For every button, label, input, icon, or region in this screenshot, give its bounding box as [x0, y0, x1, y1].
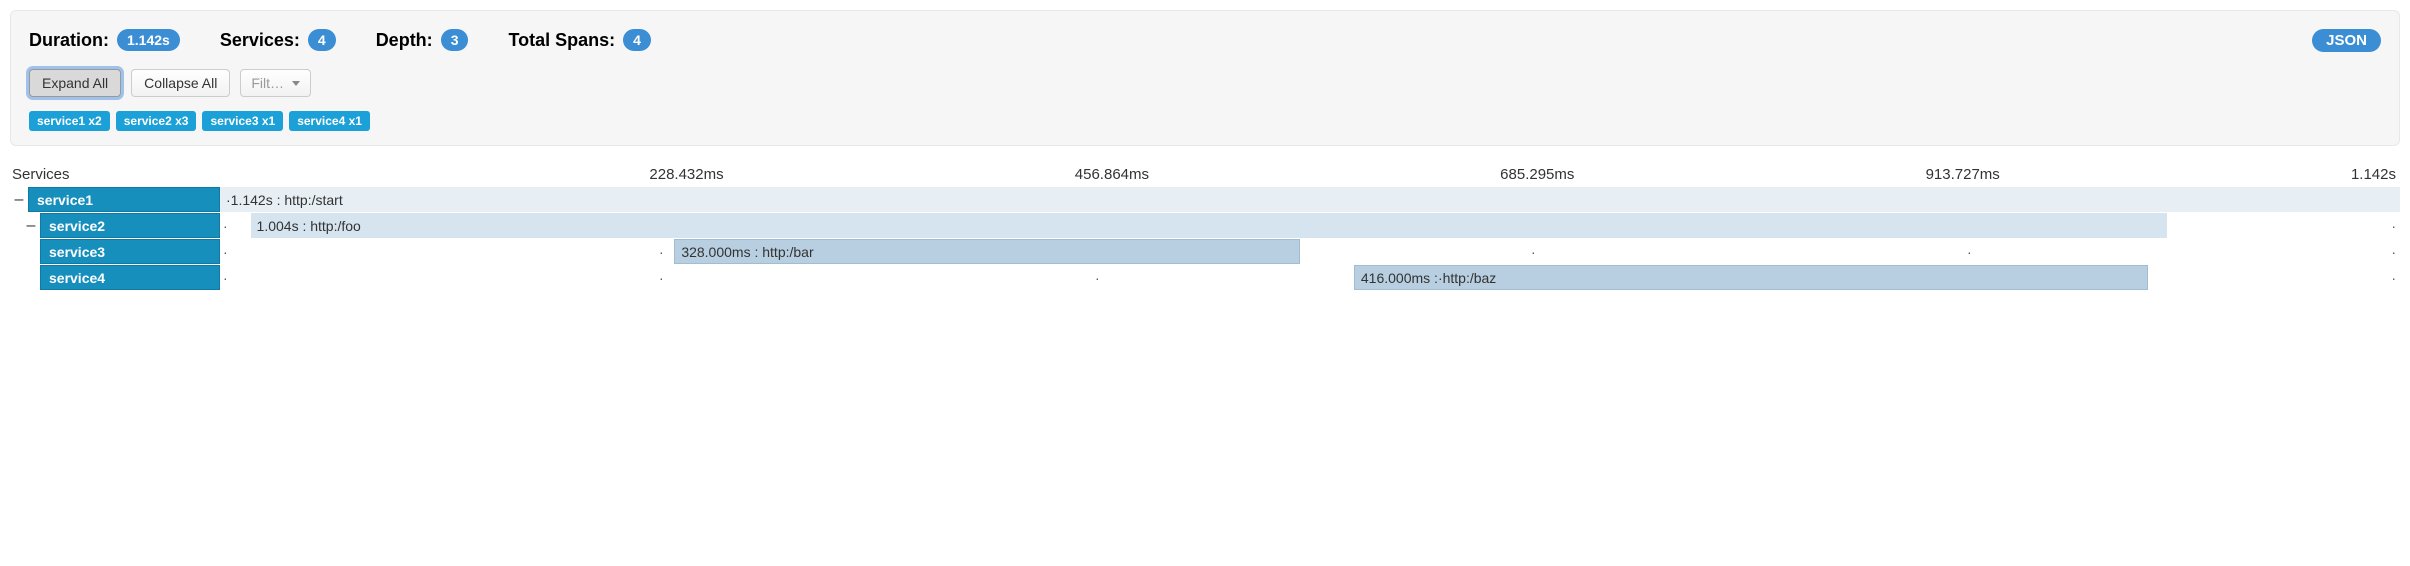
json-button[interactable]: JSON: [2312, 29, 2381, 52]
summary-services: Services: 4: [220, 29, 336, 51]
service-tag[interactable]: service4 x1: [289, 111, 370, 131]
trace-header-row: Services 228.432ms456.864ms685.295ms913.…: [10, 166, 2400, 183]
span-bar[interactable]: 416.000ms :·http:/baz: [1354, 265, 2148, 290]
span-timeline-cell: · 1.004s : http:/foo: [220, 213, 2400, 238]
tick-label: 1.142s: [2347, 166, 2400, 183]
collapse-toggle-spacer: [22, 265, 40, 290]
span-bar-label: 1.004s : http:/foo: [257, 218, 361, 234]
span-row: –service1··1.142s : http:/start: [10, 187, 2400, 212]
collapse-all-button[interactable]: Collapse All: [131, 69, 230, 97]
span-bar-label: 416.000ms :·http:/baz: [1361, 270, 1496, 286]
summary-total-spans: Total Spans: 4: [508, 29, 650, 51]
grid-dot: ·: [2391, 270, 2396, 286]
collapse-toggle-icon[interactable]: –: [10, 187, 28, 212]
duration-label: Duration:: [29, 30, 109, 51]
services-badge: 4: [308, 29, 336, 51]
grid-dot: [220, 265, 656, 290]
depth-label: Depth:: [376, 30, 433, 51]
span-service-label[interactable]: service3: [40, 239, 220, 264]
filter-select[interactable]: Filt…: [240, 69, 311, 97]
span-bar-label: ·1.142s : http:/start: [226, 192, 343, 208]
expand-all-button[interactable]: Expand All: [29, 69, 121, 97]
tick-label: 685.295ms: [1496, 166, 1921, 183]
span-row: –service2 · 1.004s : http:/foo: [10, 213, 2400, 238]
span-service-cell: –service2: [10, 213, 220, 238]
total-spans-badge: 4: [623, 29, 651, 51]
span-service-label[interactable]: service4: [40, 265, 220, 290]
services-label: Services:: [220, 30, 300, 51]
span-bar[interactable]: 1.004s : http:/foo: [251, 213, 2168, 238]
span-timeline-cell: · 416.000ms :·http:/baz: [220, 265, 2400, 290]
tick-label: 228.432ms: [645, 166, 1070, 183]
span-service-cell: service3: [10, 239, 220, 264]
depth-badge: 3: [441, 29, 469, 51]
span-row: service4 · 416.000ms :·http:/baz: [10, 265, 2400, 290]
summary-duration: Duration: 1.142s: [29, 29, 180, 51]
controls-row: Expand All Collapse All Filt…: [29, 69, 2381, 97]
grid-dot: ·: [2391, 218, 2396, 234]
total-spans-label: Total Spans:: [508, 30, 615, 51]
timeline-ticks: 228.432ms456.864ms685.295ms913.727ms1.14…: [220, 166, 2400, 183]
summary-row: Duration: 1.142s Services: 4 Depth: 3 To…: [29, 29, 2381, 51]
span-service-cell: –service1: [10, 187, 220, 212]
tick-label: [220, 166, 645, 183]
span-bar[interactable]: ·1.142s : http:/start: [220, 187, 2400, 212]
span-service-label[interactable]: service2: [40, 213, 220, 238]
collapse-toggle-icon[interactable]: –: [22, 213, 40, 238]
service-tag[interactable]: service1 x2: [29, 111, 110, 131]
grid-dot: [1528, 239, 1964, 264]
span-timeline-cell: · 328.000ms : http:/bar: [220, 239, 2400, 264]
span-row: service3 · 328.000ms : http:/bar: [10, 239, 2400, 264]
grid-dot: [1964, 239, 2400, 264]
span-bar-label: 328.000ms : http:/bar: [681, 244, 813, 260]
collapse-toggle-spacer: [22, 239, 40, 264]
span-service-cell: service4: [10, 265, 220, 290]
trace-header-panel: JSON Duration: 1.142s Services: 4 Depth:…: [10, 10, 2400, 146]
grid-dot: [220, 239, 656, 264]
tick-label: 913.727ms: [1922, 166, 2347, 183]
tick-label: 456.864ms: [1071, 166, 1496, 183]
grid-dots: [220, 239, 2400, 264]
service-tags-row: service1 x2 service2 x3service3 x1 service…: [29, 111, 2381, 131]
summary-depth: Depth: 3: [376, 29, 469, 51]
grid-dot: ·: [2391, 244, 2396, 260]
span-service-label[interactable]: service1: [28, 187, 220, 212]
services-header: Services: [10, 166, 220, 183]
span-bar[interactable]: 328.000ms : http:/bar: [674, 239, 1300, 264]
service-tag[interactable]: service2 x3: [116, 111, 197, 131]
service-tag[interactable]: service3 x1: [202, 111, 283, 131]
trace-area: Services 228.432ms456.864ms685.295ms913.…: [10, 166, 2400, 290]
duration-badge: 1.142s: [117, 29, 180, 51]
span-timeline-cell: ··1.142s : http:/start: [220, 187, 2400, 212]
grid-dot: [656, 265, 1092, 290]
